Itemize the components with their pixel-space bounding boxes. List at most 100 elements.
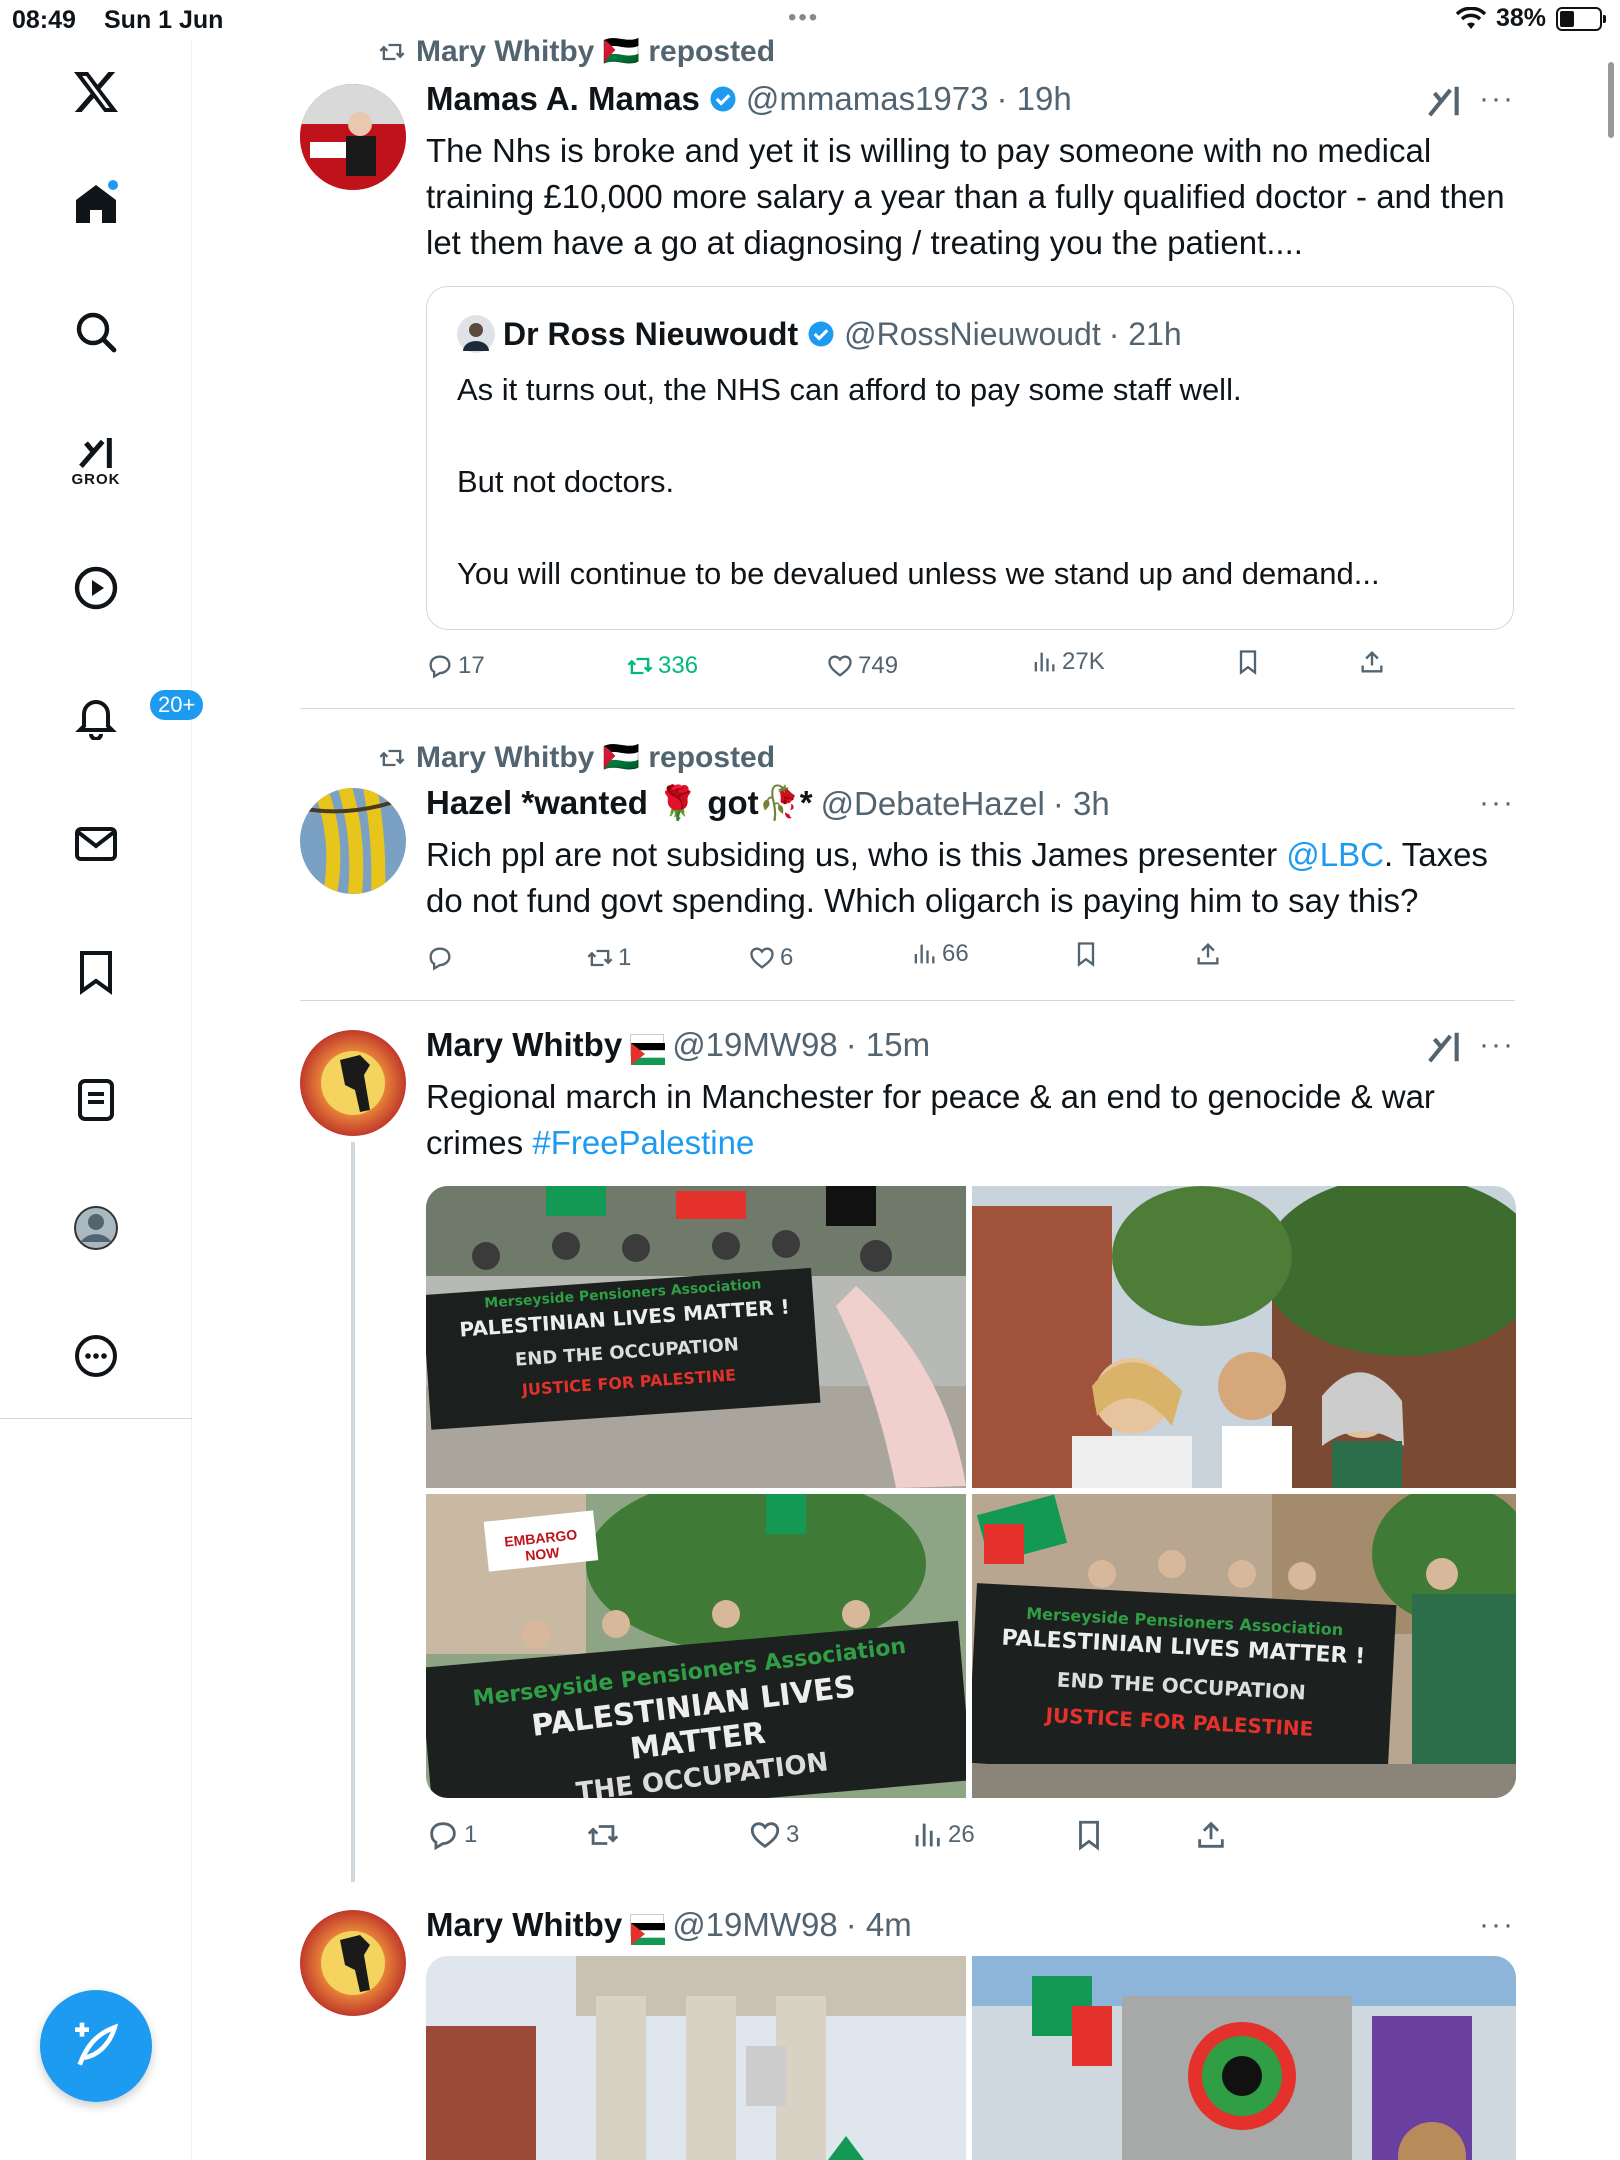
like-button[interactable]: 749: [826, 652, 898, 680]
reply-icon: [429, 947, 451, 971]
media-photo[interactable]: [972, 1186, 1516, 1488]
bookmarks-icon[interactable]: [60, 936, 132, 1008]
media-photo[interactable]: [972, 1956, 1516, 2160]
repost-icon: [379, 749, 405, 766]
mention-link[interactable]: @LBC: [1286, 836, 1384, 873]
tweet-time[interactable]: · 19h: [997, 80, 1072, 118]
messages-icon[interactable]: [60, 808, 132, 880]
more-icon[interactable]: ···: [1479, 1028, 1515, 1062]
views-button[interactable]: 26: [910, 1818, 975, 1852]
author-handle[interactable]: @19MW98: [672, 1906, 838, 1944]
grok-explain-icon[interactable]: [1425, 82, 1463, 120]
reply-count: 17: [458, 652, 485, 679]
like-count: 6: [780, 944, 794, 971]
quoted-avatar[interactable]: [457, 315, 495, 353]
media-grid: [426, 1956, 1516, 2160]
share-button[interactable]: [1194, 940, 1222, 968]
tweet-text: Regional march in Manchester for peace &…: [426, 1074, 1516, 1166]
tweet-divider: [300, 708, 1515, 709]
media-photo[interactable]: [426, 1956, 966, 2160]
notifications-badge: 20+: [148, 688, 206, 722]
bookmark-icon: [1239, 650, 1257, 675]
quoted-handle: @RossNieuwoudt: [844, 315, 1101, 352]
author-name[interactable]: Mamas A. Mamas: [426, 80, 700, 118]
more-icon[interactable]: ···: [1479, 786, 1515, 820]
repost-button[interactable]: 336: [626, 652, 698, 680]
media-photo[interactable]: Merseyside Pensioners Association PALEST…: [972, 1494, 1516, 1798]
repost-button[interactable]: 1: [586, 944, 631, 972]
quoted-time: · 21h: [1108, 315, 1182, 352]
quoted-tweet[interactable]: Dr Ross Nieuwoudt @RossNieuwoudt · 21h A…: [426, 286, 1514, 630]
avatar[interactable]: [300, 788, 406, 894]
compose-post-button[interactable]: [40, 1990, 152, 2102]
repost-indicator: Mary Whitby 🇵🇸 reposted: [376, 740, 775, 775]
lists-icon[interactable]: [60, 1064, 132, 1136]
repost-text: Mary Whitby 🇵🇸 reposted: [416, 35, 776, 68]
x-logo-icon[interactable]: [60, 56, 132, 128]
share-button[interactable]: [1194, 1818, 1228, 1852]
palestine-flag-icon: [630, 1034, 666, 1065]
battery-icon: [1556, 6, 1606, 31]
repost-indicator: Mary Whitby 🇵🇸 reposted: [376, 34, 775, 69]
more-icon[interactable]: ···: [1479, 1908, 1515, 1942]
share-button[interactable]: [1358, 648, 1386, 676]
status-time: 08:49: [12, 6, 76, 34]
palestine-flag-icon: [630, 1914, 666, 1945]
author-handle[interactable]: @DebateHazel: [821, 785, 1045, 823]
tweet[interactable]: Mary Whitby 🇵🇸 reposted Hazel *wanted 🌹 …: [300, 710, 1515, 1002]
tweet[interactable]: Mary Whitby @19MW98 · 15m ··· Regional m…: [300, 1002, 1516, 1882]
more-options-icon[interactable]: [60, 1320, 132, 1392]
tweet-time[interactable]: · 15m: [846, 1026, 930, 1064]
reply-button[interactable]: [426, 944, 458, 972]
tweet-header: Mary Whitby @19MW98 · 4m: [426, 1906, 912, 1945]
share-icon: [1198, 1821, 1224, 1848]
home-icon[interactable]: [60, 168, 132, 240]
like-button[interactable]: 6: [748, 944, 793, 972]
verified-badge-icon: [710, 86, 736, 112]
tweet-header: Mamas A. Mamas @mmamas1973 · 19h: [426, 80, 1072, 118]
bookmark-button[interactable]: [1072, 940, 1100, 968]
bookmark-button[interactable]: [1234, 648, 1262, 676]
grok-icon[interactable]: GROK: [60, 424, 132, 496]
scrollbar[interactable]: [1608, 62, 1614, 138]
more-icon[interactable]: ···: [1479, 82, 1515, 116]
view-count: 66: [942, 940, 969, 967]
quoted-line: As it turns out, the NHS can afford to p…: [457, 372, 1242, 407]
reply-count: 1: [464, 1821, 478, 1848]
like-button[interactable]: 3: [748, 1818, 799, 1852]
tweet-actions: 1 3 26: [426, 1818, 1516, 1858]
reply-button[interactable]: 1: [426, 1818, 477, 1852]
tweet[interactable]: Mary Whitby 🇵🇸 reposted Mamas A. Mamas @…: [300, 0, 1515, 710]
views-button[interactable]: 27K: [1030, 648, 1105, 676]
quoted-line: But not doctors.: [457, 464, 675, 499]
tweet-time[interactable]: · 3h: [1053, 785, 1110, 823]
bookmark-icon: [1077, 942, 1095, 967]
author-name[interactable]: Mary Whitby: [426, 1906, 622, 1944]
media-photo[interactable]: Merseyside Pensioners Association PALEST…: [426, 1186, 966, 1488]
avatar[interactable]: [300, 1030, 406, 1136]
repost-text: Mary Whitby 🇵🇸 reposted: [416, 741, 776, 774]
profile-icon[interactable]: [60, 1192, 132, 1264]
avatar[interactable]: [300, 1910, 406, 2016]
author-handle[interactable]: @19MW98: [672, 1026, 838, 1064]
grok-explain-icon[interactable]: [1425, 1028, 1463, 1066]
search-icon[interactable]: [60, 296, 132, 368]
tweet-time[interactable]: · 4m: [846, 1906, 912, 1944]
views-button[interactable]: 66: [910, 940, 969, 968]
media-photo[interactable]: EMBARGO NOW Merseyside Pensioners Associ…: [426, 1494, 966, 1798]
author-handle[interactable]: @mmamas1973: [746, 80, 989, 118]
tweet[interactable]: Mary Whitby @19MW98 · 4m ···: [300, 1882, 1516, 2160]
photo-graphic: [972, 1956, 1516, 2160]
video-icon[interactable]: [60, 552, 132, 624]
bookmark-button[interactable]: [1072, 1818, 1106, 1852]
notifications-icon[interactable]: 20+: [60, 680, 206, 752]
tweet-header: Mary Whitby @19MW98 · 15m: [426, 1026, 930, 1065]
author-name[interactable]: Hazel *wanted 🌹 got🥀*: [426, 784, 813, 823]
reply-button[interactable]: 17: [426, 652, 485, 680]
author-name[interactable]: Mary Whitby: [426, 1026, 622, 1064]
avatar[interactable]: [300, 84, 406, 190]
repost-button[interactable]: [586, 1818, 624, 1852]
view-count: 26: [948, 1821, 975, 1848]
hashtag-link[interactable]: #FreePalestine: [532, 1124, 754, 1161]
bookmark-icon: [1079, 1820, 1099, 1851]
